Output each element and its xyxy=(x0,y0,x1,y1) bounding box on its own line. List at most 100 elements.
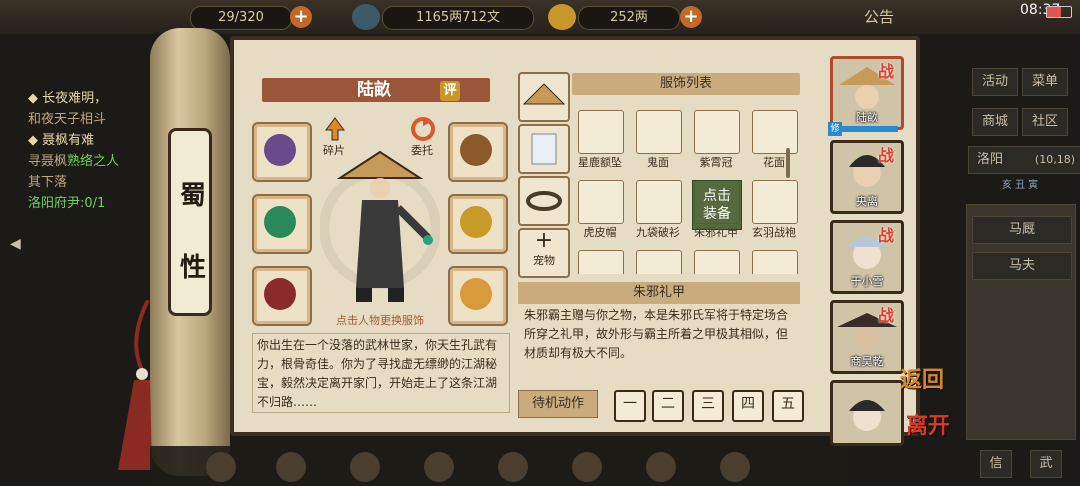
costume-item-5[interactable]: 虎皮帽 xyxy=(574,180,626,239)
battery-icon xyxy=(1046,6,1072,18)
costume-item-8[interactable]: 玄羽战袍 xyxy=(748,180,800,239)
beggar-shirt-icon xyxy=(636,180,682,224)
gold-ingot-icon xyxy=(548,4,576,30)
nav-icon-2[interactable] xyxy=(276,452,306,482)
nav-icon-6[interactable] xyxy=(572,452,602,482)
quest-desc-1: 和夜天子相斗 xyxy=(28,112,107,127)
rate-badge[interactable]: 评 xyxy=(440,81,460,101)
level-badge: 修 xyxy=(828,122,842,136)
costume-item-12[interactable] xyxy=(748,250,800,274)
pose-4-button[interactable]: 四 xyxy=(732,390,764,422)
costume-item-2[interactable]: 鬼面 xyxy=(632,110,684,169)
feather-robe-icon xyxy=(752,180,798,224)
menu-button[interactable]: 菜单 xyxy=(1022,68,1068,96)
costume-slot-pet[interactable]: + 宠物 xyxy=(518,228,570,278)
quest-desc-2b: 其下落 xyxy=(28,175,68,190)
capacity-counter: 29/320 xyxy=(190,6,292,30)
scroll-char-2: 性 xyxy=(179,253,206,283)
costume-item-1[interactable]: 星鹿额坠 xyxy=(574,110,626,169)
nav-icon-5[interactable] xyxy=(498,452,528,482)
add-pet-icon: + xyxy=(534,228,554,253)
nav-icon-8[interactable] xyxy=(720,452,750,482)
costume-item-10[interactable] xyxy=(632,250,684,274)
selected-costume-desc: 朱邪霸主赠与你之物，本是朱邪氏军将于特定场合所穿之礼甲，故外形与霸主所着之甲极其… xyxy=(524,308,789,360)
character-bio: 你出生在一个没落的武林世家，你天生孔武有力，根骨奇佳。你为了寻找虚无缥缈的江湖秘… xyxy=(252,333,510,413)
pose-2-button[interactable]: 二 xyxy=(652,390,684,422)
equip-button[interactable]: 点击 装备 xyxy=(692,180,742,230)
gold-display: 252两 xyxy=(578,6,680,30)
necklace-icon xyxy=(460,134,492,166)
quest-title-2: ◆ 聂枫有难 xyxy=(28,133,95,148)
entrust-icon[interactable] xyxy=(410,116,436,142)
straw-hat-icon xyxy=(522,83,566,105)
groom-button[interactable]: 马夫 xyxy=(972,252,1072,280)
equip-slot-armor[interactable] xyxy=(448,194,508,254)
quest-tracker[interactable]: ◆ 长夜难明， 和夜天子相斗 ◆ 聂枫有难 寻聂枫熟络之人 其下落 洛阳府尹:0… xyxy=(28,88,168,298)
white-robe-icon xyxy=(531,133,557,165)
tassel-decoration xyxy=(118,300,152,470)
mail-button[interactable]: 信 xyxy=(980,450,1012,478)
purple-crown-icon xyxy=(694,110,740,154)
deer-pendant-icon xyxy=(578,110,624,154)
pose-1-button[interactable]: 一 xyxy=(614,390,646,422)
scroll-char-1: 蜀 xyxy=(179,181,206,211)
costume-item-9[interactable] xyxy=(574,250,626,274)
gloves-icon xyxy=(264,206,296,238)
tiger-hat-icon xyxy=(578,180,624,224)
costume-list-title: 服饰列表 xyxy=(572,73,800,95)
equip-slot-necklace[interactable] xyxy=(448,122,508,182)
war-mark-2: 战 xyxy=(878,146,895,165)
quest-desc-2: 寻聂枫熟络之人 xyxy=(28,154,120,169)
top-bar xyxy=(0,0,1080,34)
costume-slot-belt[interactable] xyxy=(518,176,570,226)
pose-5-button[interactable]: 五 xyxy=(772,390,804,422)
belt-icon xyxy=(526,191,562,211)
money-icon xyxy=(352,4,380,30)
nav-icon-3[interactable] xyxy=(350,452,380,482)
costume-slot-cloth[interactable] xyxy=(518,124,570,174)
idle-action-label: 待机动作 xyxy=(518,390,598,418)
location-display[interactable]: 洛阳 (10,18) xyxy=(968,146,1080,174)
shop-button[interactable]: 商城 xyxy=(972,108,1018,136)
costume-scrollbar[interactable] xyxy=(786,148,790,178)
attribute-label: 蜀 性 xyxy=(168,128,212,316)
community-button[interactable]: 社区 xyxy=(1022,108,1068,136)
costume-grid: 星鹿额坠 鬼面 紫霄冠 花面 虎皮帽 九袋破衫 朱邪礼甲 玄羽战袍 xyxy=(574,104,800,274)
nav-icon-4[interactable] xyxy=(424,452,454,482)
fragments-icon[interactable] xyxy=(322,116,348,142)
equip-slot-gloves[interactable] xyxy=(252,194,312,254)
hero-card-5[interactable] xyxy=(830,380,904,446)
add-gold-button[interactable]: + xyxy=(680,6,702,28)
war-mark-3: 战 xyxy=(878,226,895,245)
stable-button[interactable]: 马厩 xyxy=(972,216,1072,244)
martial-button[interactable]: 武 xyxy=(1030,450,1062,478)
costume-slot-hat[interactable] xyxy=(518,72,570,122)
costume-item-4[interactable]: 花面 xyxy=(748,110,800,169)
add-capacity-button[interactable]: + xyxy=(290,6,312,28)
announcement-button[interactable]: 公告 xyxy=(864,6,894,27)
selected-costume-title: 朱邪礼甲 xyxy=(518,282,800,304)
activity-button[interactable]: 活动 xyxy=(972,68,1018,96)
costume-item-6[interactable]: 九袋破衫 xyxy=(632,180,684,239)
character-figure[interactable] xyxy=(320,148,440,308)
hero-portrait-icon xyxy=(849,400,885,431)
war-mark-1: 战 xyxy=(878,62,895,81)
quest-progress: 洛阳府尹:0/1 xyxy=(28,196,106,211)
pose-3-button[interactable]: 三 xyxy=(692,390,724,422)
collapse-arrow-icon[interactable]: ◀ xyxy=(10,236,22,252)
costume-item-11[interactable] xyxy=(690,250,742,274)
character-name: 陆畝 xyxy=(357,80,391,100)
equip-slot-bracers[interactable] xyxy=(252,122,312,182)
costume-item-3[interactable]: 紫霄冠 xyxy=(690,110,742,169)
pet-label: 宠物 xyxy=(533,254,555,267)
nav-icon-1[interactable] xyxy=(206,452,236,482)
flower-mask-icon xyxy=(752,110,798,154)
leave-button[interactable]: 离开 xyxy=(906,408,956,440)
time-slots: 亥 丑 寅 xyxy=(1001,180,1039,191)
back-button[interactable]: 返回 xyxy=(900,362,950,394)
ghost-mask-icon xyxy=(636,110,682,154)
nav-icon-7[interactable] xyxy=(646,452,676,482)
gourd-icon xyxy=(460,278,492,310)
armor-icon xyxy=(460,206,492,238)
war-mark-4: 战 xyxy=(878,306,895,325)
